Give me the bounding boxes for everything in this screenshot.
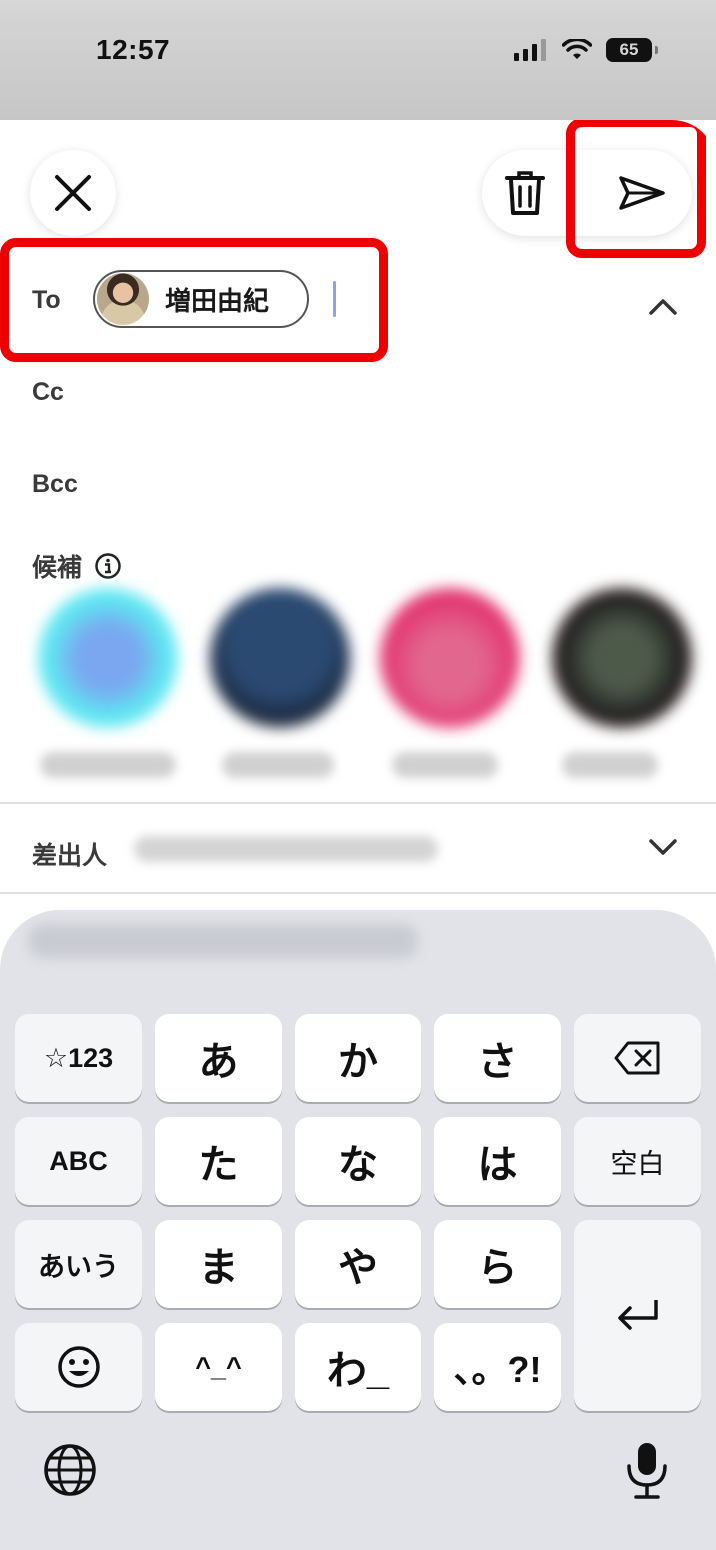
suggested-contact-avatar[interactable] xyxy=(210,588,350,728)
collapse-button[interactable] xyxy=(648,296,678,321)
key-ka[interactable]: か xyxy=(295,1014,421,1102)
bcc-label[interactable]: Bcc xyxy=(32,470,78,499)
delete-button[interactable] xyxy=(494,162,556,224)
key-wa[interactable]: わ_ xyxy=(295,1323,421,1411)
key-a[interactable]: あ xyxy=(155,1014,282,1102)
microphone-icon xyxy=(627,1443,667,1499)
status-time: 12:57 xyxy=(96,34,171,65)
recipient-name: 増田由紀 xyxy=(165,285,270,316)
dictation-button[interactable] xyxy=(624,1440,670,1505)
emoji-icon xyxy=(57,1346,100,1388)
globe-icon xyxy=(44,1444,96,1496)
backspace-icon xyxy=(614,1041,659,1075)
key-abc[interactable]: ABC xyxy=(15,1117,142,1205)
cellular-signal-icon xyxy=(514,39,546,61)
cc-label[interactable]: Cc xyxy=(32,378,64,407)
divider xyxy=(0,892,716,894)
return-icon xyxy=(617,1299,658,1330)
trash-icon xyxy=(505,171,545,215)
chevron-down-icon xyxy=(649,839,677,855)
suggestions-label: 候補 xyxy=(32,548,122,584)
send-highlight-box xyxy=(566,120,706,258)
text-cursor xyxy=(333,281,336,317)
suggested-contact-avatar[interactable] xyxy=(38,588,178,728)
suggested-contact-name xyxy=(222,752,334,778)
status-bar: 12:57 65 xyxy=(0,0,716,120)
from-label: 差出人 xyxy=(32,842,108,870)
key-ha[interactable]: は xyxy=(434,1117,561,1205)
info-icon[interactable] xyxy=(94,552,122,580)
key-punctuation[interactable]: 、。?! xyxy=(434,1323,561,1411)
divider xyxy=(0,802,716,804)
key-return[interactable] xyxy=(574,1220,701,1411)
key-ya[interactable]: や xyxy=(295,1220,421,1308)
suggested-contact-avatar[interactable] xyxy=(380,588,520,728)
keyboard-suggestion-bar xyxy=(28,924,418,958)
from-dropdown-button[interactable] xyxy=(648,838,678,863)
battery-indicator: 65 xyxy=(606,38,658,62)
key-emoji[interactable] xyxy=(15,1323,142,1411)
key-ta[interactable]: た xyxy=(155,1117,282,1205)
keyboard: ☆123 あ か さ ABC た な は 空白 あいう ま や ら ^_^ わ_… xyxy=(0,910,716,1550)
key-backspace[interactable] xyxy=(574,1014,701,1102)
suggestions-label-text: 候補 xyxy=(32,554,83,582)
chevron-up-icon xyxy=(649,299,677,315)
suggested-contact-avatar[interactable] xyxy=(552,588,692,728)
globe-button[interactable] xyxy=(42,1442,98,1503)
recipient-chip[interactable]: 増田由紀 xyxy=(93,270,309,328)
key-ra[interactable]: ら xyxy=(434,1220,561,1308)
key-na[interactable]: な xyxy=(295,1117,421,1205)
suggested-contact-name xyxy=(562,752,658,778)
recipient-avatar xyxy=(97,273,149,325)
wifi-icon xyxy=(562,39,592,59)
to-label: To xyxy=(32,286,61,314)
key-sa[interactable]: さ xyxy=(434,1014,561,1102)
suggested-contact-name xyxy=(40,752,176,778)
sender-email[interactable] xyxy=(134,836,438,862)
key-symbols[interactable]: ☆123 xyxy=(15,1014,142,1102)
close-icon xyxy=(55,175,91,211)
key-space[interactable]: 空白 xyxy=(574,1117,701,1205)
key-kaomoji[interactable]: ^_^ xyxy=(155,1323,282,1411)
key-kana-mode[interactable]: あいう xyxy=(15,1220,142,1308)
key-ma[interactable]: ま xyxy=(155,1220,282,1308)
suggested-contact-name xyxy=(392,752,498,778)
close-button[interactable] xyxy=(30,150,116,236)
status-icons: 65 xyxy=(514,38,658,62)
